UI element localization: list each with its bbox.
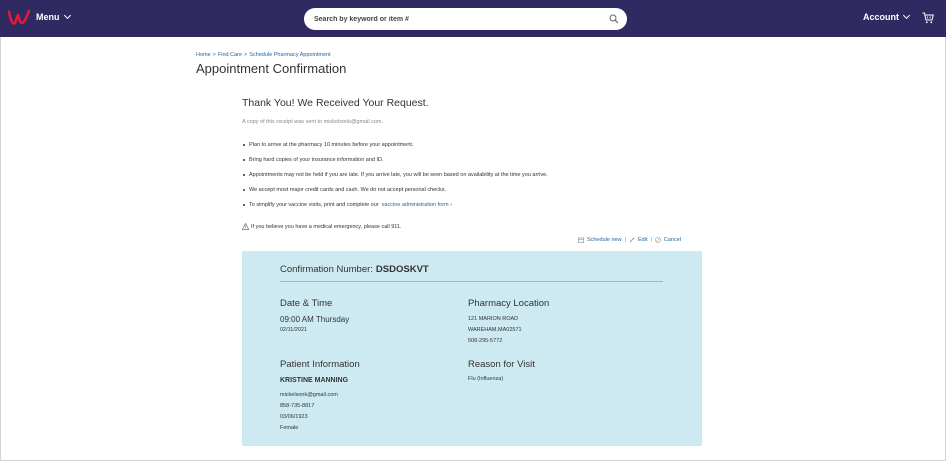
list-item: Bring hard copies of your insurance info… bbox=[242, 156, 548, 171]
reason-value: Flu (Influenza) bbox=[468, 376, 504, 382]
page-title: Appointment Confirmation bbox=[196, 61, 347, 76]
search-input[interactable] bbox=[314, 12, 594, 26]
date-time-title: Date & Time bbox=[280, 298, 333, 309]
pharmacy-city: WAREHAM,MA02571 bbox=[468, 327, 522, 333]
list-item: To simplify your vaccine visits, print a… bbox=[242, 201, 548, 216]
vaccine-form-link[interactable]: vaccine administration form › bbox=[380, 202, 452, 208]
breadcrumb-separator: > bbox=[244, 52, 248, 58]
thank-you-heading: Thank You! We Received Your Request. bbox=[242, 97, 429, 109]
emergency-note: If you believe you have a medical emerge… bbox=[242, 223, 402, 230]
breadcrumb-home[interactable]: Home bbox=[196, 52, 211, 58]
breadcrumb-find-care[interactable]: Find Care bbox=[218, 52, 242, 58]
list-item: We accept most major credit cards and ca… bbox=[242, 186, 548, 201]
chevron-down-icon bbox=[63, 11, 71, 20]
receipt-note: A copy of this receipt was sent to micke… bbox=[242, 119, 383, 125]
emergency-text: If you believe you have a medical emerge… bbox=[251, 223, 402, 230]
breadcrumb-separator: > bbox=[212, 52, 216, 58]
menu-button[interactable]: Menu bbox=[36, 11, 71, 22]
pharmacy-phone: 508-295-5772 bbox=[468, 338, 503, 344]
patient-email: mickelsonk@gmail.com bbox=[280, 392, 338, 398]
list-item-text: We accept most major credit cards and ca… bbox=[249, 187, 446, 193]
patient-phone: 858-735-8817 bbox=[280, 403, 315, 409]
warning-icon bbox=[242, 223, 249, 230]
top-nav-bar: Menu Account bbox=[0, 0, 946, 37]
menu-label: Menu bbox=[36, 12, 60, 22]
edit-link[interactable]: Edit bbox=[638, 237, 647, 243]
list-item-text: Bring hard copies of your insurance info… bbox=[249, 157, 384, 163]
confirmation-number: DSDOSKVT bbox=[375, 264, 429, 275]
confirmation-label: Confirmation Number: bbox=[280, 264, 373, 275]
list-item-text: Appointments may not be held if you are … bbox=[249, 172, 548, 178]
breadcrumb: Home > Find Care > Schedule Pharmacy App… bbox=[196, 52, 331, 58]
patient-dob: 03/06/1923 bbox=[280, 414, 308, 420]
appointment-date: 02/11/2021 bbox=[280, 327, 308, 333]
cancel-icon bbox=[655, 237, 661, 243]
pharmacy-location-title: Pharmacy Location bbox=[468, 298, 550, 309]
calendar-icon bbox=[578, 237, 584, 243]
cancel-link[interactable]: Cancel bbox=[664, 237, 681, 243]
pharmacy-street: 121 MARION ROAD bbox=[468, 316, 519, 322]
action-divider: | bbox=[624, 237, 626, 243]
pencil-icon bbox=[629, 237, 635, 243]
vaccine-form-link-label: vaccine administration form bbox=[381, 202, 449, 208]
account-button[interactable]: Account bbox=[863, 11, 911, 22]
walgreens-logo-icon[interactable] bbox=[8, 8, 30, 28]
divider bbox=[280, 281, 663, 282]
list-item: Plan to arrive at the pharmacy 10 minute… bbox=[242, 141, 548, 156]
confirmation-number-row: Confirmation Number: DSDOSKVT bbox=[280, 264, 429, 275]
list-item-text: To simplify your vaccine visits, print a… bbox=[249, 202, 379, 208]
search-bar bbox=[304, 8, 627, 30]
instructions-list: Plan to arrive at the pharmacy 10 minute… bbox=[242, 141, 548, 216]
appointment-time: 09:00 AM Thursday bbox=[280, 315, 350, 324]
confirmation-card: Confirmation Number: DSDOSKVT Date & Tim… bbox=[242, 251, 702, 446]
list-item: Appointments may not be held if you are … bbox=[242, 171, 548, 186]
search-icon[interactable] bbox=[609, 14, 619, 24]
patient-gender: Female bbox=[280, 425, 299, 431]
chevron-right-icon: › bbox=[450, 202, 452, 208]
list-item-text: Plan to arrive at the pharmacy 10 minute… bbox=[249, 142, 414, 148]
breadcrumb-schedule[interactable]: Schedule Pharmacy Appointment bbox=[249, 52, 330, 58]
patient-name: KRISTINE MANNING bbox=[280, 377, 349, 384]
account-label: Account bbox=[863, 12, 899, 22]
patient-info-title: Patient Information bbox=[280, 359, 360, 370]
chevron-down-icon bbox=[902, 11, 911, 20]
reason-title: Reason for Visit bbox=[468, 359, 535, 370]
action-divider: | bbox=[650, 237, 652, 243]
schedule-new-link[interactable]: Schedule new bbox=[587, 237, 622, 243]
appointment-actions: Schedule new | Edit | Cancel bbox=[578, 237, 681, 243]
cart-icon[interactable] bbox=[922, 12, 934, 24]
